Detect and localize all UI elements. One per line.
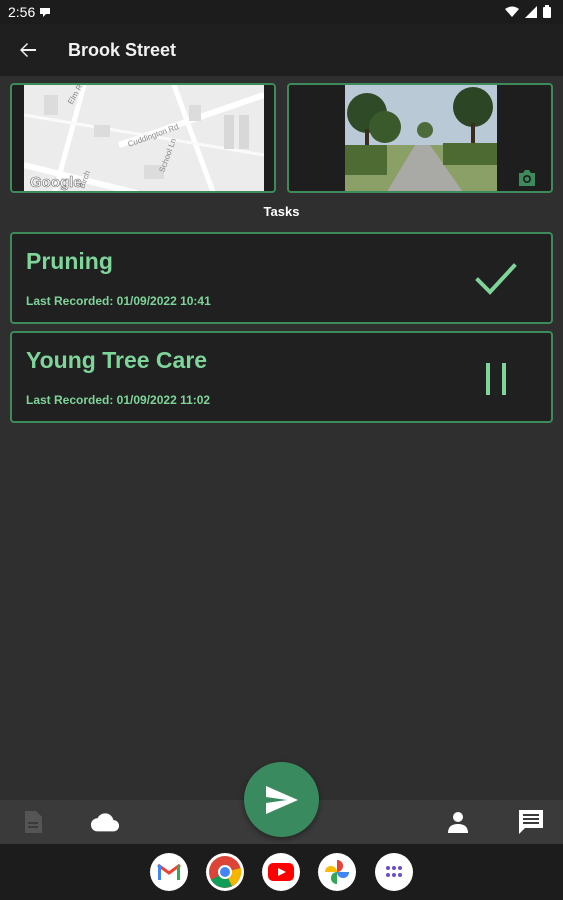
google-logo: Google (30, 174, 82, 191)
notification-icon (40, 8, 51, 17)
arrow-back-icon (20, 43, 36, 57)
status-bar: 2:56 (0, 0, 563, 24)
map-streets: Elm Rd Cuddington Rd School Ln Birch Goo… (23, 85, 265, 191)
chrome-icon (209, 856, 242, 888)
send-button[interactable] (244, 762, 319, 837)
gmail-icon (157, 863, 181, 880)
map-image: Elm Rd Cuddington Rd School Ln Birch Goo… (23, 85, 265, 191)
app-drawer[interactable] (375, 853, 413, 891)
nav-profile[interactable] (443, 808, 473, 836)
photos-app[interactable] (318, 853, 356, 891)
task-last-recorded: Last Recorded: 01/09/2022 10:41 (26, 294, 211, 308)
task-last-recorded: Last Recorded: 01/09/2022 11:02 (26, 393, 211, 407)
task-name: Pruning (26, 248, 113, 274)
message-icon (519, 810, 543, 834)
task-name: Young Tree Care (26, 347, 208, 373)
map-thumbnail[interactable]: Elm Rd Cuddington Rd School Ln Birch Goo… (10, 83, 276, 193)
nav-cloud[interactable] (90, 808, 120, 836)
street-photo (345, 85, 497, 191)
map-street-label: School Ln (157, 137, 178, 174)
document-icon (25, 811, 42, 833)
pause-icon (486, 363, 506, 395)
youtube-icon (268, 863, 294, 881)
app-drawer-icon (386, 866, 402, 877)
camera-icon[interactable] (517, 169, 537, 187)
battery-icon (543, 5, 551, 18)
status-time: 2:56 (8, 4, 36, 20)
app-bar: Brook Street (0, 24, 563, 76)
tasks-heading: Tasks (263, 204, 300, 219)
send-icon (265, 785, 298, 814)
nav-messages[interactable] (516, 808, 546, 836)
wifi-icon (505, 6, 519, 17)
back-button[interactable] (0, 24, 56, 76)
street-photo-scene (345, 85, 497, 191)
task-card-young-tree-care[interactable]: Young Tree Care Last Recorded: 01/09/202… (10, 331, 553, 423)
youtube-app[interactable] (262, 853, 300, 891)
task-card-pruning[interactable]: Pruning Last Recorded: 01/09/2022 10:41 (10, 232, 553, 324)
page-title: Brook Street (68, 39, 177, 60)
nav-documents[interactable] (18, 808, 48, 836)
chrome-app[interactable] (206, 853, 244, 891)
system-dock (0, 844, 563, 900)
signal-icon (525, 5, 537, 18)
checkmark-icon (475, 263, 517, 295)
gmail-app[interactable] (150, 853, 188, 891)
cloud-icon (90, 813, 120, 832)
street-photo-thumbnail[interactable] (287, 83, 553, 193)
photos-icon (325, 860, 349, 884)
person-icon (448, 812, 468, 833)
